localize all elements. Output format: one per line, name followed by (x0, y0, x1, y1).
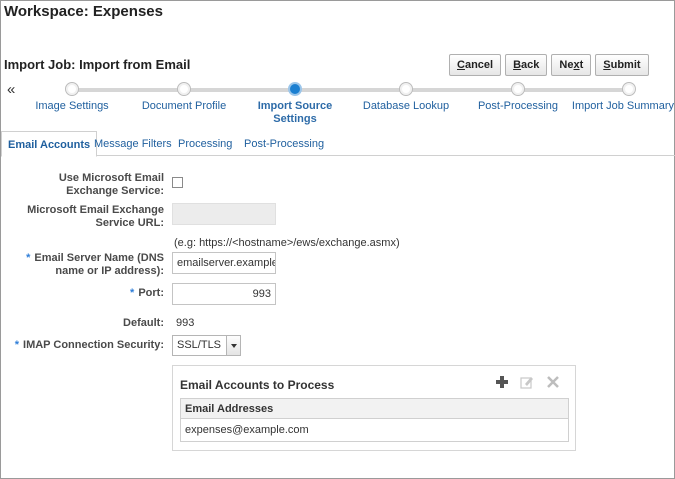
back-button-mnemonic: B (513, 59, 522, 71)
panel-title: Email Accounts to Process (180, 378, 335, 392)
exchange-url-label: Microsoft Email Exchange Service URL: (27, 204, 164, 229)
submit-button-label: ubmit (610, 59, 641, 71)
cancel-button-mnemonic: C (457, 59, 465, 71)
imap-security-value: SSL/TLS (177, 339, 222, 351)
column-header: Email Addresses (181, 399, 568, 419)
server-name-label: * Email Server Name (DNS name or IP addre… (14, 252, 164, 278)
submit-button[interactable]: Submit (595, 54, 649, 76)
required-marker: * (130, 287, 135, 299)
tab-post-processing[interactable]: Post-Processing (238, 131, 330, 157)
use-exchange-checkbox[interactable] (172, 177, 183, 188)
train-step-label[interactable]: Document Profile (124, 100, 244, 113)
imap-security-select[interactable]: SSL/TLS (172, 335, 241, 356)
next-button-label: t (579, 59, 584, 71)
port-label-text: Port: (138, 287, 164, 299)
default-value: 993 (176, 317, 195, 329)
table-row[interactable]: expenses@example.com (181, 419, 568, 441)
toolbar: Cancel Back Ne x t Submit (449, 54, 649, 76)
page-title: Import Job: Import from Email (4, 57, 191, 72)
delete-icon[interactable] (545, 374, 561, 390)
use-exchange-label: Use Microsoft Email Exchange Service: (58, 172, 164, 197)
add-icon[interactable] (494, 374, 510, 390)
cancel-button-label: ancel (464, 59, 494, 71)
back-button-label: ack (521, 59, 540, 71)
exchange-url-hint: (e.g: https://<hostname>/ews/exchange.as… (174, 237, 400, 249)
train-stop-5[interactable] (511, 82, 525, 96)
train-stop-1[interactable] (65, 82, 79, 96)
train-stop-4[interactable] (399, 82, 413, 96)
email-accounts-panel: Email Accounts to Process Email Addresse… (172, 365, 576, 451)
cancel-button[interactable]: Cancel (449, 54, 502, 76)
tab-message-filters[interactable]: Message Filters (88, 131, 178, 157)
tab-email-accounts[interactable]: Email Accounts (1, 131, 98, 157)
imap-security-label: * IMAP Connection Security: (14, 339, 164, 352)
default-label: Default: (123, 317, 164, 329)
train-step-label[interactable]: Image Settings (12, 100, 132, 113)
required-marker: * (26, 252, 31, 264)
port-field[interactable]: 993 (172, 283, 276, 305)
train-stop-2[interactable] (177, 82, 191, 96)
edit-icon[interactable] (519, 374, 535, 390)
collapse-train-icon[interactable]: « (7, 81, 15, 98)
server-name-label-text: Email Server Name (DNS name or IP addres… (34, 252, 164, 277)
back-button[interactable]: Back (505, 54, 548, 76)
workspace-title: Workspace: Expenses (4, 3, 163, 20)
chevron-down-icon[interactable] (226, 336, 240, 355)
tab-processing[interactable]: Processing (172, 131, 238, 157)
train-step-label[interactable]: Import Job Summary (554, 100, 674, 113)
train-stop-6[interactable] (622, 82, 636, 96)
exchange-url-field (172, 203, 276, 225)
port-label: * Port: (104, 287, 164, 300)
train-stop-3[interactable] (288, 82, 302, 96)
next-button[interactable]: Ne x t (551, 54, 592, 76)
train-step-label[interactable]: Import Source Settings (250, 100, 340, 126)
email-addresses-table: Email Addresses expenses@example.com (180, 398, 569, 442)
train-step-label[interactable]: Database Lookup (346, 100, 466, 113)
imap-security-label-text: IMAP Connection Security: (23, 339, 164, 351)
server-name-field[interactable]: emailserver.example.c (172, 252, 276, 274)
tab-bar: Email Accounts Message Filters Processin… (1, 129, 675, 157)
submit-button-mnemonic: S (603, 59, 611, 71)
next-button-label-pre: Ne (559, 59, 574, 71)
required-marker: * (14, 339, 20, 351)
train-track (71, 88, 631, 92)
